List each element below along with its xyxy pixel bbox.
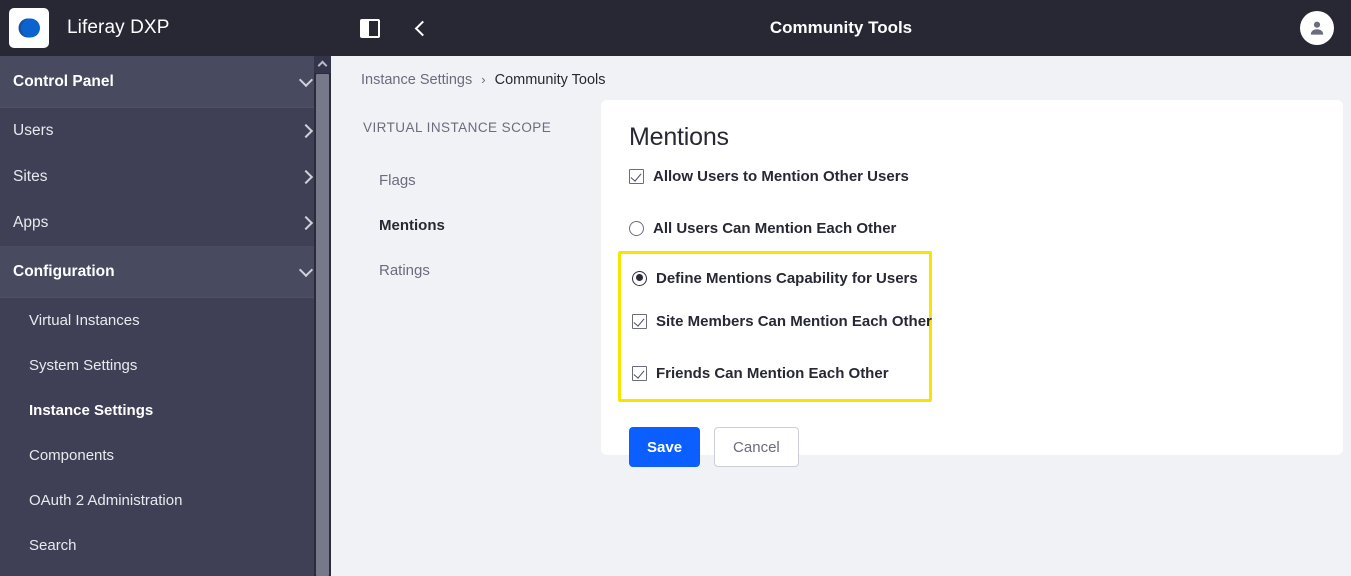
- site-members-label: Site Members Can Mention Each Other: [656, 312, 932, 330]
- sidebar-item-label: Apps: [13, 214, 49, 231]
- subnav-item-flags[interactable]: Flags: [361, 158, 601, 203]
- sidebar-toggle-icon: [360, 18, 380, 38]
- sidebar-item-label: Configuration: [13, 262, 115, 280]
- form-actions: Save Cancel: [629, 427, 1313, 467]
- breadcrumb-item-instance-settings[interactable]: Instance Settings: [361, 72, 472, 88]
- sidebar-item-label: Search: [29, 537, 77, 554]
- friends-checkbox-row[interactable]: Friends Can Mention Each Other: [632, 361, 915, 385]
- brand-title: Liferay DXP: [67, 17, 170, 38]
- allow-mentions-checkbox-row[interactable]: Allow Users to Mention Other Users: [629, 164, 1313, 188]
- back-button[interactable]: [404, 11, 438, 45]
- subnav-item-ratings[interactable]: Ratings: [361, 248, 601, 293]
- allow-mentions-label: Allow Users to Mention Other Users: [653, 167, 909, 185]
- left-sidebar: Liferay DXP Control Panel Users Sites Ap…: [0, 0, 331, 576]
- checkbox-icon[interactable]: [629, 168, 644, 184]
- app-root: Liferay DXP Control Panel Users Sites Ap…: [0, 0, 1351, 576]
- save-button[interactable]: Save: [629, 427, 701, 467]
- breadcrumb-separator-icon: ›: [481, 72, 486, 87]
- subnav-item-label: Flags: [379, 172, 416, 189]
- sidebar-item-oauth-2-administration[interactable]: OAuth 2 Administration: [0, 478, 331, 523]
- sidebar-item-users[interactable]: Users: [0, 108, 331, 154]
- define-mentions-radio-row[interactable]: Define Mentions Capability for Users: [632, 266, 918, 290]
- content-area: VIRTUAL INSTANCE SCOPE Flags Mentions Ra…: [331, 100, 1351, 576]
- chevron-right-icon: [298, 123, 314, 139]
- chevron-down-icon: [298, 262, 314, 277]
- radio-icon[interactable]: [629, 220, 644, 236]
- checkbox-icon[interactable]: [632, 313, 647, 329]
- sidebar-item-label: Components: [29, 447, 115, 464]
- cancel-button[interactable]: Cancel: [714, 427, 799, 467]
- breadcrumb: Instance Settings › Community Tools: [331, 56, 1351, 103]
- sidebar-item-label: Users: [13, 122, 54, 139]
- user-avatar-button[interactable]: [1300, 11, 1334, 45]
- sidebar-item-system-settings[interactable]: System Settings: [0, 343, 331, 388]
- sidebar-item-label: Sites: [13, 168, 48, 185]
- main-area: Community Tools Instance Settings › Comm…: [331, 0, 1351, 576]
- chevron-right-icon: [298, 169, 314, 185]
- checkbox-icon[interactable]: [632, 365, 647, 381]
- subnav-item-label: Ratings: [379, 262, 430, 279]
- sidebar-item-label: Instance Settings: [29, 402, 154, 419]
- mentions-settings-card: Mentions Allow Users to Mention Other Us…: [601, 100, 1343, 467]
- top-bar: Community Tools: [331, 0, 1351, 56]
- define-mentions-label: Define Mentions Capability for Users: [656, 269, 918, 287]
- chevron-down-icon: [298, 72, 314, 87]
- subnav-item-mentions[interactable]: Mentions: [361, 203, 601, 248]
- sidebar-item-virtual-instances[interactable]: Virtual Instances: [0, 298, 331, 343]
- subnav-item-label: Mentions: [379, 217, 445, 234]
- sidebar-item-instance-settings[interactable]: Instance Settings: [0, 388, 331, 433]
- brand-header: Liferay DXP: [0, 0, 331, 56]
- sidebar-item-sites[interactable]: Sites: [0, 154, 331, 200]
- sidebar-item-label: System Settings: [29, 357, 138, 374]
- sidebar-item-search[interactable]: Search: [0, 523, 331, 568]
- chevron-right-icon: [298, 215, 314, 231]
- chevron-up-icon[interactable]: [314, 56, 331, 73]
- sidebar-item-apps[interactable]: Apps: [0, 200, 331, 246]
- card-title: Mentions: [629, 123, 729, 151]
- sidebar-item-label: Virtual Instances: [29, 312, 140, 329]
- secondary-nav: VIRTUAL INSTANCE SCOPE Flags Mentions Ra…: [361, 103, 601, 576]
- scrollbar-thumb[interactable]: [316, 74, 329, 576]
- secondary-nav-title: VIRTUAL INSTANCE SCOPE: [363, 120, 552, 135]
- user-avatar-icon: [1310, 21, 1324, 35]
- friends-label: Friends Can Mention Each Other: [656, 364, 889, 382]
- sidebar-item-configuration[interactable]: Configuration: [0, 246, 331, 298]
- site-members-checkbox-row[interactable]: Site Members Can Mention Each Other: [632, 309, 932, 333]
- radio-icon[interactable]: [632, 270, 647, 286]
- sidebar-item-control-panel[interactable]: Control Panel: [0, 56, 331, 108]
- sidebar-item-components[interactable]: Components: [0, 433, 331, 478]
- sidebar-nav-list: Control Panel Users Sites Apps Configura…: [0, 56, 331, 568]
- all-users-label: All Users Can Mention Each Other: [653, 219, 897, 237]
- chevron-left-icon: [414, 20, 431, 36]
- all-users-radio-row[interactable]: All Users Can Mention Each Other: [629, 216, 1313, 240]
- sidebar-toggle-button[interactable]: [353, 11, 387, 45]
- sidebar-item-label: Control Panel: [13, 72, 114, 90]
- page-title: Community Tools: [769, 18, 913, 37]
- breadcrumb-item-community-tools[interactable]: Community Tools: [495, 72, 606, 88]
- sidebar-scrollbar[interactable]: [314, 56, 331, 576]
- sidebar-item-label: OAuth 2 Administration: [29, 492, 183, 509]
- liferay-logo-icon[interactable]: [9, 8, 49, 48]
- highlight-box: Define Mentions Capability for Users Sit…: [618, 251, 932, 402]
- sidebar-scroll-area: Control Panel Users Sites Apps Configura…: [0, 56, 331, 576]
